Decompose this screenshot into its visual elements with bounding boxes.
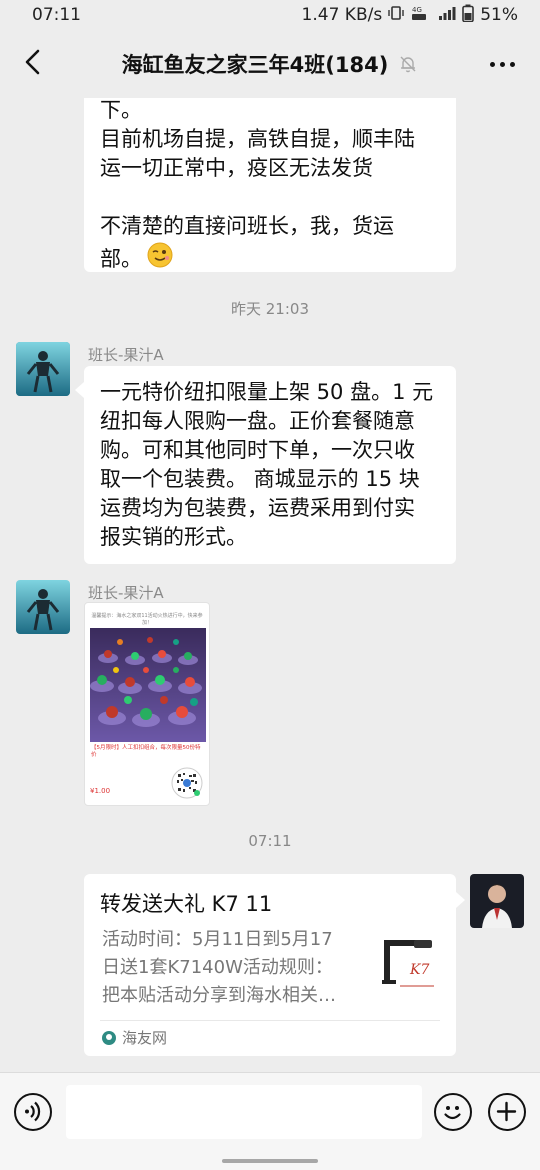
message-line: 运费均为包装费，运费采用到付实 — [100, 496, 415, 520]
message-line: 报实销的形式。 — [100, 525, 247, 549]
message-line — [100, 183, 440, 212]
my-avatar[interactable] — [470, 874, 524, 928]
timestamp: 昨天 21:03 — [231, 300, 309, 318]
message-line: 一元特价纽扣限量上架 50 盘。1 元 — [100, 380, 434, 404]
bell-muted-icon — [398, 54, 418, 74]
card-divider — [100, 1020, 440, 1021]
message-line: 下。 — [100, 98, 142, 122]
image-price: ¥1.00 — [90, 787, 111, 795]
qr-code-icon — [171, 767, 203, 799]
message-line: 不清楚的直接问班长，我，货运 — [100, 214, 394, 238]
message-line: 取一个包装费。 商城显示的 15 块 — [100, 467, 420, 491]
card-desc-line: 把本贴活动分享到海水相关… — [102, 985, 336, 1006]
battery-level: 51% — [480, 5, 518, 25]
voice-button[interactable] — [14, 1093, 52, 1131]
card-desc-line: 日送1套K7140W活动规则： — [102, 957, 333, 978]
message-line: 购。可和其他同时下单，一次只收 — [100, 438, 415, 462]
message-line: 纽扣每人限购一盘。正价套餐随意 — [100, 409, 415, 433]
bubble-tail — [456, 892, 465, 908]
battery-icon — [462, 4, 475, 26]
status-time: 07:11 — [32, 5, 81, 25]
home-indicator[interactable] — [222, 1159, 318, 1163]
card-description: 活动时间：5月11日到5月17 日送1套K7140W活动规则： 把本贴活动分享到… — [102, 926, 352, 1010]
chevron-left-icon — [23, 48, 41, 80]
chat-header: 海缸鱼友之家三年4班(184) — [0, 30, 540, 98]
avatar[interactable] — [16, 580, 70, 634]
ellipsis-icon — [489, 61, 495, 67]
timestamp: 07:11 — [248, 832, 292, 850]
input-bar — [0, 1072, 540, 1170]
card-source: 海友网 — [102, 1027, 167, 1048]
avatar[interactable] — [16, 342, 70, 396]
product-thumbnail: K7 — [374, 930, 440, 996]
coral-photo — [90, 628, 206, 742]
voice-icon — [16, 1101, 49, 1132]
source-name: 海友网 — [122, 1029, 168, 1047]
plus-icon — [490, 1101, 523, 1132]
message-bubble-2[interactable]: 一元特价纽扣限量上架 50 盘。1 元 纽扣每人限购一盘。正价套餐随意 购。可和… — [84, 366, 456, 564]
card-desc-line: 活动时间：5月11日到5月17 — [102, 929, 333, 950]
image-caption: 【5月限时】人工扣扣组合，每次限量50份特价 — [91, 745, 201, 758]
wink-emoji-icon — [146, 241, 174, 277]
net-speed: 1.47 KB/s — [301, 5, 383, 25]
image-header-text: 温馨提示：海水之家双11活动火热进行中，快来参加！ — [91, 613, 203, 626]
network-label: 4G — [412, 6, 422, 14]
source-app-icon — [102, 1030, 116, 1045]
message-list[interactable]: 下。 目前机场自提，高铁自提，顺丰陆 运一切正常中，疫区无法发货 不清楚的直接问… — [0, 98, 540, 1072]
message-input[interactable] — [66, 1085, 422, 1139]
image-message[interactable]: 温馨提示：海水之家双11活动火热进行中，快来参加！ 【5月限时】人工扣扣组合，每… — [84, 602, 210, 806]
sender-name: 班长-果汁A — [88, 584, 164, 602]
more-button[interactable] — [482, 46, 522, 82]
message-line: 部。 — [100, 246, 142, 271]
emoji-button[interactable] — [434, 1093, 472, 1131]
chat-title: 海缸鱼友之家三年4班(184) — [121, 53, 389, 77]
svg-text:K7: K7 — [409, 962, 429, 978]
signal-icon — [438, 5, 456, 25]
vibrate-icon — [388, 5, 404, 25]
sender-name: 班长-果汁A — [88, 346, 164, 364]
network-type-icon: 4G — [410, 5, 432, 25]
message-bubble-1[interactable]: 下。 目前机场自提，高铁自提，顺丰陆 运一切正常中，疫区无法发货 不清楚的直接问… — [84, 98, 456, 272]
message-line: 运一切正常中，疫区无法发货 — [100, 156, 373, 180]
card-title: 转发送大礼 K7 11 — [100, 892, 273, 916]
back-button[interactable] — [14, 46, 50, 82]
emoji-icon — [436, 1106, 469, 1132]
bubble-tail — [75, 382, 84, 398]
plus-button[interactable] — [488, 1093, 526, 1131]
status-right: 1.47 KB/s 4G 51% — [302, 4, 518, 26]
status-bar: 07:11 1.47 KB/s 4G 51% — [0, 0, 540, 30]
link-card[interactable]: 转发送大礼 K7 11 活动时间：5月11日到5月17 日送1套K7140W活动… — [84, 874, 456, 1056]
message-line: 目前机场自提，高铁自提，顺丰陆 — [100, 127, 415, 151]
